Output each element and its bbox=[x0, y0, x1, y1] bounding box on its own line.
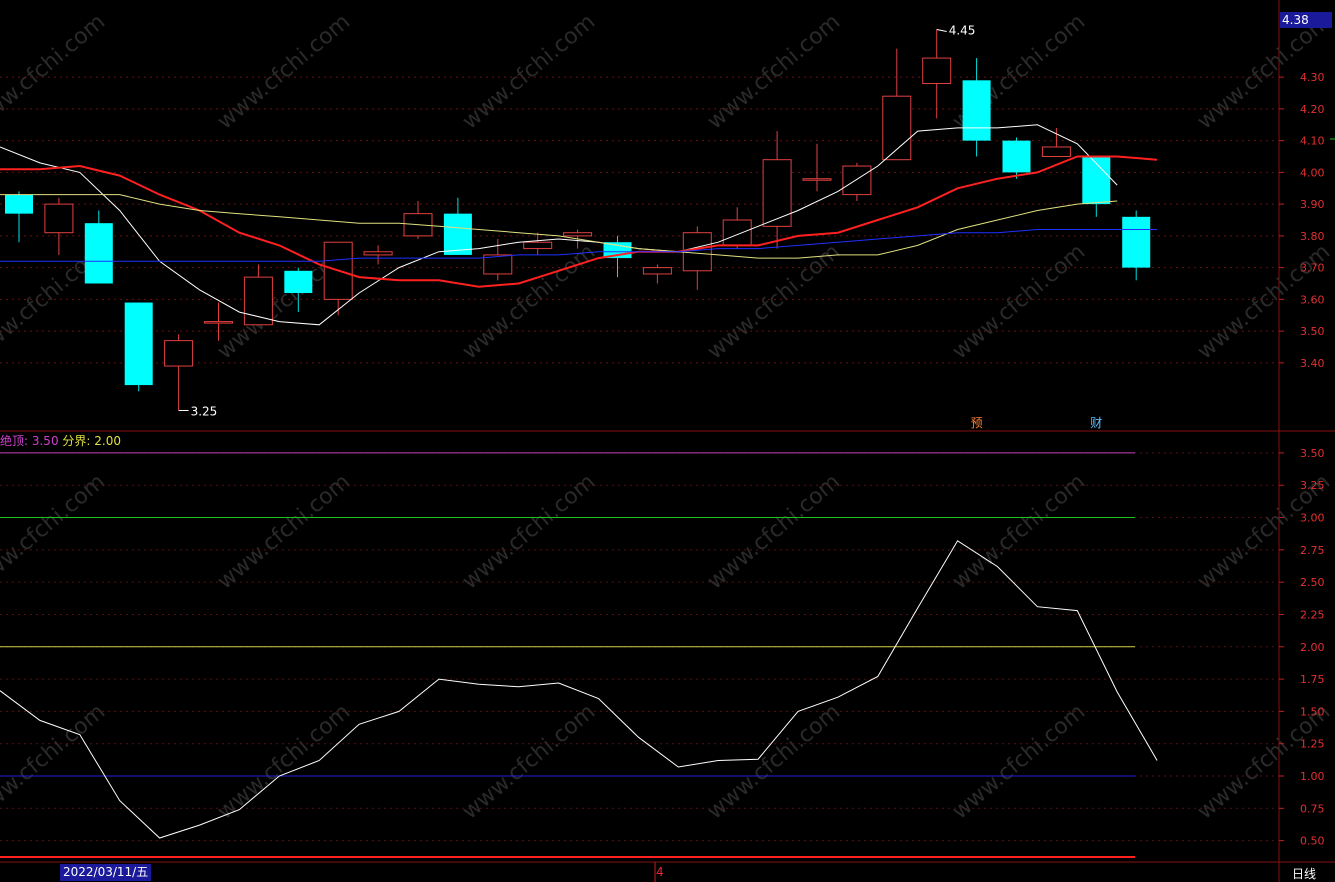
indicator-tick-label: 3.00 bbox=[1300, 512, 1325, 525]
price-tick-label: 3.70 bbox=[1300, 262, 1325, 275]
candle-down bbox=[124, 302, 153, 386]
watermark-text: www.cfchi.com bbox=[458, 469, 600, 594]
date-cursor-label: 2022/03/11/五 bbox=[60, 864, 152, 881]
chart-canvas: www.cfchi.com www.cfchi.com www.cfchi.com w… bbox=[0, 0, 1335, 882]
watermark-text: www.cfchi.com bbox=[213, 699, 355, 824]
candle-down bbox=[962, 80, 991, 141]
ma-line bbox=[0, 124, 1118, 326]
split-label: 分界: 2.00 bbox=[62, 434, 121, 448]
watermark-text: www.cfchi.com bbox=[458, 9, 600, 134]
indicator-tick-label: 1.25 bbox=[1300, 738, 1325, 751]
candle-up bbox=[563, 232, 593, 237]
candle-up bbox=[1041, 146, 1071, 158]
candle-up bbox=[802, 178, 832, 181]
watermark-text: www.cfchi.com bbox=[458, 699, 600, 824]
watermark-text: www.cfchi.com bbox=[213, 469, 355, 594]
watermark-text: www.cfchi.com bbox=[0, 469, 110, 594]
price-tick-label: 4.30 bbox=[1300, 71, 1325, 84]
candle-down bbox=[1002, 140, 1031, 173]
indicator-tick-label: 3.25 bbox=[1300, 479, 1325, 492]
candle-up bbox=[523, 241, 553, 250]
candle-up bbox=[44, 203, 74, 234]
indicator-legend: 绝顶: 3.50 分界: 2.00 bbox=[0, 432, 121, 449]
axis-mid-label: 4 bbox=[656, 865, 664, 879]
price-tick-label: 3.50 bbox=[1300, 325, 1325, 338]
indicator-tick-label: 2.00 bbox=[1300, 641, 1325, 654]
indicator-tick-label: 3.50 bbox=[1300, 447, 1325, 460]
event-badge: 预 bbox=[971, 416, 983, 430]
candle-up bbox=[243, 276, 273, 326]
extreme-label: 4.45 bbox=[949, 24, 976, 38]
event-badge: 财 bbox=[1090, 416, 1102, 430]
indicator-tick-label: 2.75 bbox=[1300, 544, 1325, 557]
indicator-tick-label: 0.75 bbox=[1300, 802, 1325, 815]
watermark-text: www.cfchi.com bbox=[703, 469, 845, 594]
price-tick-label: 4.20 bbox=[1300, 103, 1325, 116]
candle-up bbox=[922, 57, 952, 84]
watermark-text: www.cfchi.com bbox=[0, 9, 110, 134]
candle-down bbox=[84, 223, 113, 284]
current-price-tag: 4.38 bbox=[1280, 12, 1332, 28]
candle-up bbox=[642, 267, 672, 275]
candle-up bbox=[842, 165, 872, 196]
indicator-tick-label: 1.50 bbox=[1300, 705, 1325, 718]
price-tick-label: 3.90 bbox=[1300, 198, 1325, 211]
indicator-tick-label: 2.25 bbox=[1300, 608, 1325, 621]
indicator-tick-label: 1.75 bbox=[1300, 673, 1325, 686]
extreme-pointer bbox=[936, 29, 947, 33]
price-tick-label: 3.40 bbox=[1300, 357, 1325, 370]
candle-up bbox=[363, 251, 393, 256]
candle-up bbox=[722, 219, 752, 246]
indicator-tick-label: 0.50 bbox=[1300, 835, 1325, 848]
candle-down bbox=[443, 213, 472, 255]
candle-down bbox=[1122, 216, 1151, 268]
watermark-text: www.cfchi.com bbox=[948, 469, 1090, 594]
indicator-tick-label: 1.00 bbox=[1300, 770, 1325, 783]
watermark-text: www.cfchi.com bbox=[703, 9, 845, 134]
candle-up bbox=[882, 95, 912, 161]
watermark-text: www.cfchi.com bbox=[948, 699, 1090, 824]
candle-down bbox=[284, 270, 313, 294]
price-tick-label: 3.60 bbox=[1300, 293, 1325, 306]
top-label: 绝顶: 3.50 bbox=[0, 434, 59, 448]
candle-up bbox=[682, 232, 712, 272]
candle-up bbox=[204, 321, 233, 324]
candle-down bbox=[5, 194, 33, 214]
price-tick-label: 4.10 bbox=[1300, 135, 1325, 148]
candle-up bbox=[762, 159, 792, 227]
watermark-text: www.cfchi.com bbox=[213, 9, 355, 134]
watermark-text: www.cfchi.com bbox=[948, 239, 1090, 364]
price-tick-label: 3.80 bbox=[1300, 230, 1325, 243]
extreme-label: 3.25 bbox=[191, 404, 218, 418]
price-tick-label: 4.00 bbox=[1300, 166, 1325, 179]
watermark-text: www.cfchi.com bbox=[703, 699, 845, 824]
candle-up bbox=[164, 340, 194, 367]
period-button[interactable]: 日线 bbox=[1292, 865, 1316, 882]
indicator-tick-label: 2.50 bbox=[1300, 576, 1325, 589]
watermark-text: www.cfchi.com bbox=[0, 699, 110, 824]
